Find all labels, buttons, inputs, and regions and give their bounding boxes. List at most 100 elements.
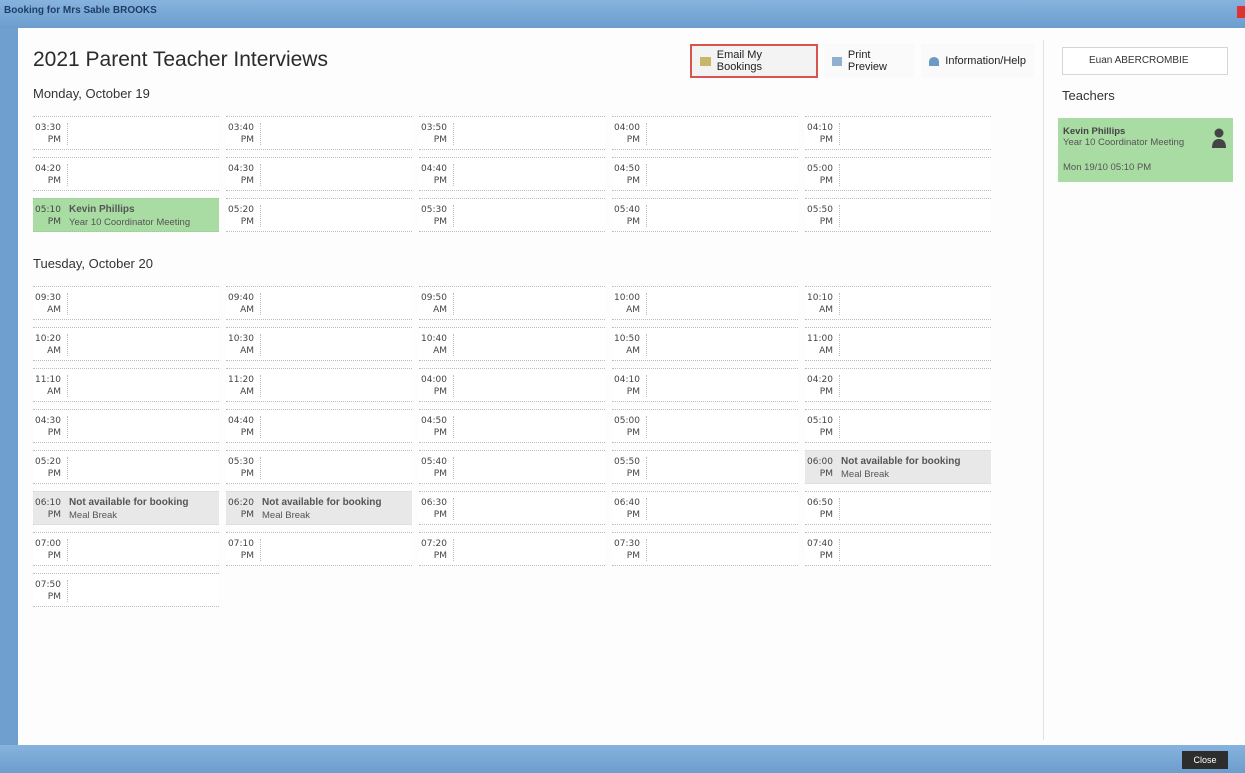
slot-ampm: PM <box>819 428 833 438</box>
time-slot[interactable]: 10:40 AM <box>419 327 605 361</box>
slot-time: 06:20 <box>228 498 254 508</box>
time-slot[interactable]: 04:30 PM <box>226 157 412 191</box>
time-slot[interactable]: 10:20 AM <box>33 327 219 361</box>
time-slot[interactable]: 05:10 PM Kevin Phillips Year 10 Coordinator… <box>33 198 219 232</box>
time-slot[interactable]: 04:20 PM <box>805 368 991 402</box>
time-slot[interactable]: 10:30 AM <box>226 327 412 361</box>
slot-separator <box>646 498 647 520</box>
time-slot[interactable]: 04:50 PM <box>612 157 798 191</box>
time-slot[interactable]: 07:20 PM <box>419 532 605 566</box>
time-slot[interactable]: 07:50 PM <box>33 573 219 607</box>
slot-ampm: AM <box>433 305 447 315</box>
window-titlebar: Booking for Mrs Sable BROOKS <box>0 0 1245 28</box>
slot-ampm: PM <box>433 551 447 561</box>
time-slot[interactable]: 03:40 PM <box>226 116 412 150</box>
time-slot[interactable]: 05:40 PM <box>419 450 605 484</box>
time-slot[interactable]: 07:00 PM <box>33 532 219 566</box>
slot-booking-detail: Year 10 Coordinator Meeting <box>69 217 191 228</box>
time-slot[interactable]: 06:20 PM Not available for booking Meal Bre… <box>226 491 412 525</box>
time-slot[interactable]: 04:10 PM <box>805 116 991 150</box>
close-button[interactable]: Close <box>1182 751 1228 769</box>
time-slot[interactable]: 05:20 PM <box>226 198 412 232</box>
time-slot[interactable]: 06:10 PM Not available for booking Meal Bre… <box>33 491 219 525</box>
slot-separator <box>67 334 68 356</box>
time-slot[interactable]: 06:30 PM <box>419 491 605 525</box>
slot-time: 10:10 <box>807 293 833 303</box>
time-slot[interactable]: 10:00 AM <box>612 286 798 320</box>
slot-time: 05:10 <box>35 205 61 215</box>
time-slot[interactable]: 05:40 PM <box>612 198 798 232</box>
time-slot[interactable]: 03:50 PM <box>419 116 605 150</box>
slot-time: 05:20 <box>35 457 61 467</box>
slot-ampm: PM <box>433 428 447 438</box>
slot-time: 11:10 <box>35 375 61 385</box>
slot-time: 09:30 <box>35 293 61 303</box>
email-my-bookings-button[interactable]: Email My Bookings <box>690 44 818 78</box>
slot-ampm: PM <box>240 428 254 438</box>
time-slot[interactable]: 06:40 PM <box>612 491 798 525</box>
time-slot[interactable]: 09:30 AM <box>33 286 219 320</box>
time-slot[interactable]: 04:00 PM <box>612 116 798 150</box>
time-slot[interactable]: 06:50 PM <box>805 491 991 525</box>
time-slot[interactable]: 05:30 PM <box>226 450 412 484</box>
slot-ampm: AM <box>47 305 61 315</box>
time-slot[interactable]: 05:00 PM <box>612 409 798 443</box>
slot-time: 07:20 <box>421 539 447 549</box>
time-slot[interactable]: 04:40 PM <box>226 409 412 443</box>
teacher-card[interactable]: Kevin Phillips Year 10 Coordinator Meeti… <box>1058 118 1233 182</box>
slot-separator <box>260 375 261 397</box>
slot-ampm: PM <box>433 387 447 397</box>
window-close-icon[interactable] <box>1237 6 1245 18</box>
time-slot[interactable]: 04:10 PM <box>612 368 798 402</box>
envelope-icon <box>700 56 711 66</box>
slot-separator <box>839 123 840 145</box>
slot-time: 09:50 <box>421 293 447 303</box>
print-preview-button[interactable]: Print Preview <box>824 44 914 78</box>
time-slot[interactable]: 05:50 PM <box>805 198 991 232</box>
slot-ampm: PM <box>47 217 61 227</box>
time-slot[interactable]: 04:40 PM <box>419 157 605 191</box>
slot-time: 07:00 <box>35 539 61 549</box>
time-slot[interactable]: 05:00 PM <box>805 157 991 191</box>
time-slot[interactable]: 11:20 AM <box>226 368 412 402</box>
slot-booking-title: Not available for booking <box>69 497 189 508</box>
slot-booking-title: Not available for booking <box>841 456 961 467</box>
slot-separator <box>646 375 647 397</box>
slot-separator <box>839 334 840 356</box>
time-slot[interactable]: 04:30 PM <box>33 409 219 443</box>
slot-separator <box>646 457 647 479</box>
time-slot[interactable]: 04:50 PM <box>419 409 605 443</box>
time-slot[interactable]: 09:50 AM <box>419 286 605 320</box>
time-slot[interactable]: 10:50 AM <box>612 327 798 361</box>
time-slot[interactable]: 05:10 PM <box>805 409 991 443</box>
time-slot[interactable]: 09:40 AM <box>226 286 412 320</box>
time-slot[interactable]: 11:10 AM <box>33 368 219 402</box>
time-slot[interactable]: 11:00 AM <box>805 327 991 361</box>
slot-separator <box>260 205 261 227</box>
time-slot[interactable]: 05:50 PM <box>612 450 798 484</box>
slot-time: 11:20 <box>228 375 254 385</box>
person-icon <box>1212 128 1226 148</box>
slot-separator <box>67 375 68 397</box>
time-slot[interactable]: 07:10 PM <box>226 532 412 566</box>
time-slot[interactable]: 07:40 PM <box>805 532 991 566</box>
slot-separator <box>453 539 454 561</box>
time-slot[interactable]: 05:20 PM <box>33 450 219 484</box>
slot-time: 05:00 <box>614 416 640 426</box>
slot-separator <box>260 334 261 356</box>
time-slot[interactable]: 04:20 PM <box>33 157 219 191</box>
time-slot[interactable]: 03:30 PM <box>33 116 219 150</box>
slot-ampm: PM <box>47 428 61 438</box>
slot-separator <box>453 334 454 356</box>
time-slot[interactable]: 10:10 AM <box>805 286 991 320</box>
slot-booking-title: Not available for booking <box>262 497 382 508</box>
student-selector[interactable]: Euan ABERCROMBIE <box>1062 47 1228 75</box>
time-slot[interactable]: 05:30 PM <box>419 198 605 232</box>
time-slot[interactable]: 04:00 PM <box>419 368 605 402</box>
time-slot[interactable]: 07:30 PM <box>612 532 798 566</box>
information-help-button[interactable]: Information/Help <box>921 44 1034 78</box>
slot-booking-title: Kevin Phillips <box>69 204 135 215</box>
slot-time: 04:40 <box>421 164 447 174</box>
slot-separator <box>646 334 647 356</box>
time-slot[interactable]: 06:00 PM Not available for booking Meal Bre… <box>805 450 991 484</box>
